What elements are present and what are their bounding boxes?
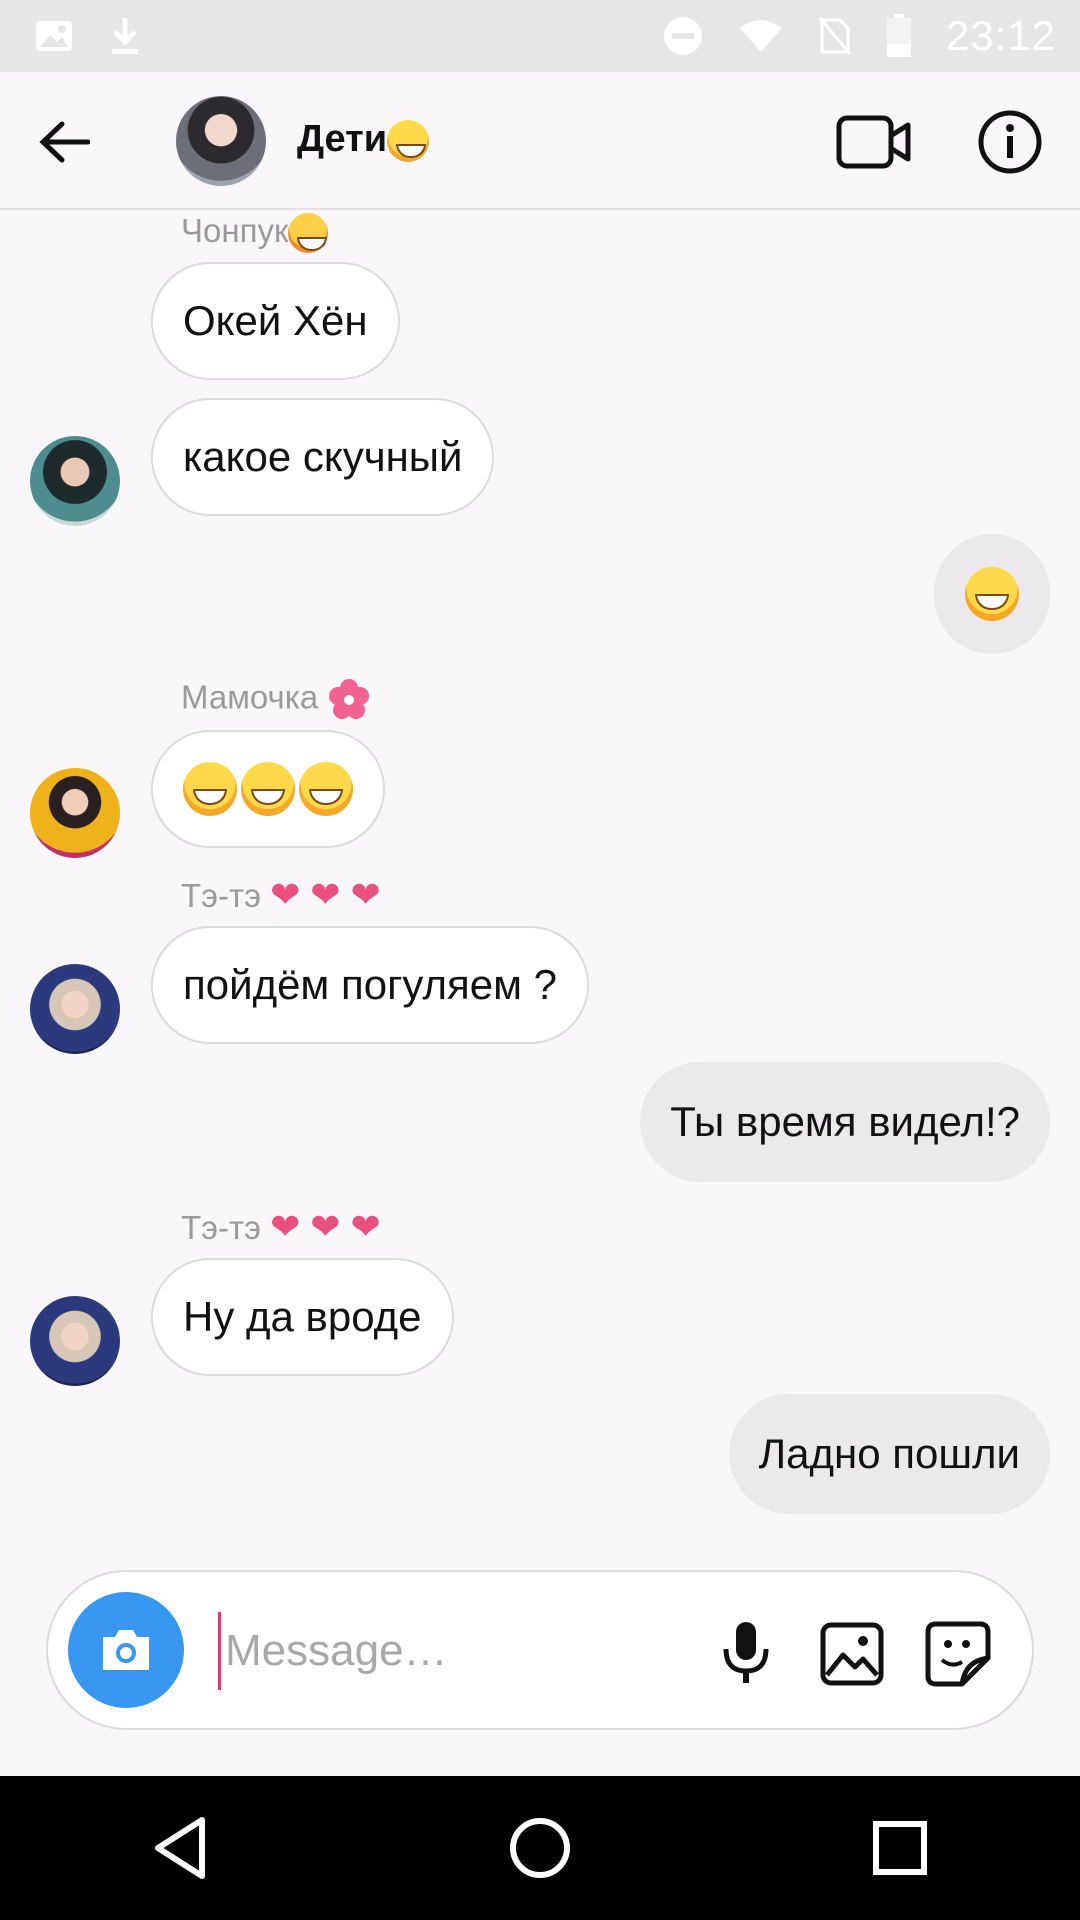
microphone-icon <box>723 1622 769 1683</box>
download-notification-icon <box>112 18 138 54</box>
nav-back-icon <box>155 1817 205 1879</box>
message-text: Ты время видел!? <box>670 1098 1020 1145</box>
sender-name: Мамочка <box>181 678 371 722</box>
status-time: 23:12 <box>945 12 1056 59</box>
status-bar: 23:12 <box>0 0 1080 72</box>
chat-title-text: Дети <box>297 118 388 160</box>
heart-icons: ❤ ❤ ❤ <box>270 874 381 915</box>
message-bubble-outgoing[interactable] <box>934 534 1050 654</box>
gallery-notification-icon <box>36 21 72 51</box>
nav-recents-button[interactable] <box>850 1798 950 1898</box>
message-bubble-incoming[interactable]: какое скучный <box>151 398 495 516</box>
voice-message-button[interactable] <box>708 1614 784 1690</box>
battery-icon <box>886 14 911 57</box>
grinning-sweat-emoji <box>183 762 237 816</box>
chat-title[interactable]: Дети <box>297 118 430 162</box>
nav-home-icon <box>510 1818 570 1878</box>
group-avatar[interactable] <box>176 96 266 186</box>
message-bubble-outgoing[interactable]: Ты время видел!? <box>640 1062 1050 1182</box>
back-arrow-icon <box>39 121 90 163</box>
sticker-icon <box>925 1621 991 1687</box>
no-sim-icon <box>818 17 852 55</box>
sticker-button[interactable] <box>920 1616 996 1692</box>
grinning-sweat-emoji <box>241 762 295 816</box>
message-text: Окей Хён <box>183 297 368 344</box>
grinning-sweat-emoji <box>965 567 1019 621</box>
message-bubble-incoming[interactable]: Ну да вроде <box>151 1258 454 1376</box>
message-bubble-incoming[interactable] <box>151 730 385 848</box>
back-button[interactable] <box>36 114 92 170</box>
nav-back-button[interactable] <box>130 1798 230 1898</box>
gallery-button[interactable] <box>814 1616 890 1692</box>
grinning-sweat-emoji <box>299 762 353 816</box>
video-call-icon <box>836 115 911 169</box>
grinning-sweat-emoji <box>387 119 430 162</box>
message-text: Ну да вроде <box>183 1293 422 1340</box>
message-thread[interactable]: Чонпук Окей Хён какое скучный Мамочка Тэ… <box>0 212 1080 1542</box>
message-composer <box>46 1570 1034 1730</box>
message-bubble-outgoing[interactable]: Ладно пошли <box>728 1394 1050 1514</box>
sender-name: Чонпук <box>181 212 329 254</box>
message-text: пойдём погуляем ? <box>183 961 557 1008</box>
message-bubble-incoming[interactable]: пойдём погуляем ? <box>151 926 589 1044</box>
heart-icons: ❤ ❤ ❤ <box>270 1206 381 1247</box>
sender-avatar[interactable] <box>30 768 120 858</box>
do-not-disturb-icon <box>663 17 702 55</box>
chat-header: Дети <box>0 72 1080 210</box>
message-input[interactable] <box>218 1612 707 1690</box>
status-right-icons: 23:12 <box>662 12 1056 60</box>
sender-avatar[interactable] <box>30 436 120 526</box>
sender-name: Тэ-тэ ❤ ❤ ❤ <box>181 1206 381 1247</box>
wifi-icon <box>739 20 782 52</box>
message-text: какое скучный <box>183 433 463 480</box>
cherry-blossom-icon <box>329 679 370 719</box>
system-navigation-bar <box>0 1776 1080 1920</box>
info-button[interactable] <box>976 108 1044 176</box>
sender-name: Тэ-тэ ❤ ❤ ❤ <box>181 874 381 915</box>
info-icon <box>978 110 1042 174</box>
status-left-icons <box>34 16 142 56</box>
nav-home-button[interactable] <box>490 1798 590 1898</box>
crying-emoji <box>288 213 329 254</box>
video-call-button[interactable] <box>836 112 912 172</box>
sender-avatar[interactable] <box>30 1296 120 1386</box>
camera-icon <box>103 1630 149 1670</box>
camera-button[interactable] <box>68 1592 184 1708</box>
nav-recents-icon <box>873 1821 927 1875</box>
gallery-icon <box>820 1622 884 1686</box>
message-bubble-incoming[interactable]: Окей Хён <box>151 262 400 380</box>
sender-avatar[interactable] <box>30 964 120 1054</box>
message-text: Ладно пошли <box>758 1430 1020 1477</box>
